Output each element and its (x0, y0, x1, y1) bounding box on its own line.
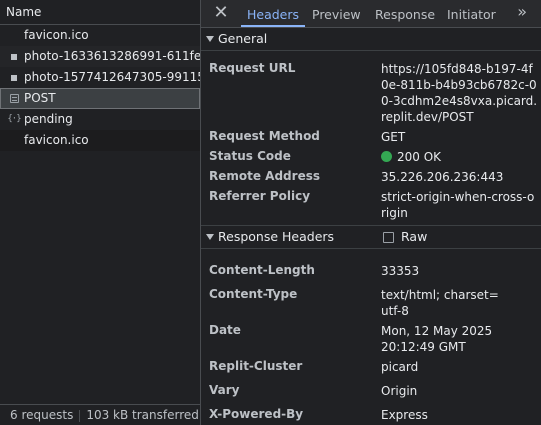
request-name: favicon.ico (24, 28, 89, 42)
header-row-content-type: Content-Type text/html; charset=utf-8 (201, 287, 541, 323)
request-row-favicon[interactable]: favicon.ico (0, 25, 200, 46)
request-row-favicon-2[interactable]: favicon.ico (0, 130, 200, 151)
close-icon[interactable]: ✕ (211, 0, 231, 27)
header-key: Referrer Policy (209, 189, 311, 203)
divider (79, 409, 81, 422)
header-row-x-powered-by: X-Powered-By Express (201, 407, 541, 425)
header-value[interactable]: strict-origin-when-cross-origin (381, 189, 539, 221)
status-bar: 6 requests103 kB transferred11 (0, 404, 200, 425)
request-list: favicon.ico photo-1633613286991-611fe2..… (0, 25, 200, 151)
header-row-content-length: Content-Length 33353 (201, 263, 541, 287)
request-name: photo-1577412647305-99115... (24, 70, 200, 84)
header-key: X-Powered-By (209, 407, 304, 421)
request-row-post[interactable]: POST (0, 88, 200, 109)
header-key: Status Code (209, 149, 291, 163)
header-key: Request Method (209, 129, 320, 143)
general-section-header[interactable]: General (201, 28, 541, 51)
tab-headers[interactable]: Headers (240, 0, 306, 27)
header-row-remote-address: Remote Address 35.226.206.236:443 (201, 169, 541, 189)
section-title: Response Headers (218, 229, 335, 244)
header-row-referrer-policy: Referrer Policy strict-origin-when-cross… (201, 189, 541, 225)
header-value[interactable]: text/html; charset=utf-8 (381, 287, 506, 319)
document-icon (8, 88, 20, 109)
raw-checkbox[interactable] (383, 232, 394, 243)
headers-content: General Request URL https://105fd848-b19… (201, 28, 541, 425)
header-row-date: Date Mon, 12 May 2025 20:12:49 GMT (201, 323, 541, 359)
header-row-status-code: Status Code 200 OK (201, 149, 541, 169)
caret-down-icon (206, 36, 214, 42)
header-value[interactable]: https://105fd848-b197-4f0e-811b-b4b93cb6… (381, 61, 539, 125)
header-value[interactable]: Mon, 12 May 2025 20:12:49 GMT (381, 323, 506, 355)
tab-preview[interactable]: Preview (312, 0, 361, 27)
header-value[interactable]: Express (381, 407, 539, 423)
more-tabs-icon[interactable]: » (517, 0, 527, 24)
request-name: pending (24, 112, 73, 126)
request-row-photo-1[interactable]: photo-1633613286991-611fe2... (0, 46, 200, 67)
header-key: Replit-Cluster (209, 359, 303, 373)
header-value[interactable]: 35.226.206.236:443 (381, 169, 539, 185)
header-row-request-url: Request URL https://105fd848-b197-4f0e-8… (201, 61, 541, 129)
header-value[interactable]: 33353 (381, 263, 539, 279)
request-row-pending[interactable]: {·} pending (0, 109, 200, 130)
request-name: POST (24, 91, 56, 105)
request-count: 6 requests (10, 408, 74, 422)
header-value[interactable]: Origin (381, 383, 539, 399)
transferred-size: 103 kB transferred (86, 408, 199, 422)
fetch-icon: {·} (7, 114, 21, 124)
section-title: General (218, 31, 268, 46)
caret-down-icon (206, 234, 214, 240)
header-value[interactable]: GET (381, 129, 539, 145)
request-row-photo-2[interactable]: photo-1577412647305-99115... (0, 67, 200, 88)
header-key: Content-Type (209, 287, 298, 301)
tab-bar: ✕ Headers Preview Response Initiator » (201, 0, 541, 28)
response-headers-section-header[interactable]: Response Headers Raw (201, 225, 541, 249)
header-key: Remote Address (209, 169, 320, 183)
tab-response[interactable]: Response (375, 0, 435, 27)
header-row-request-method: Request Method GET (201, 129, 541, 149)
header-key: Vary (209, 383, 240, 397)
status-text: 200 OK (397, 150, 442, 164)
header-value[interactable]: picard (381, 359, 539, 375)
name-column-header[interactable]: Name (0, 0, 200, 25)
header-row-replit-cluster: Replit-Cluster picard (201, 359, 541, 383)
requests-panel: Name favicon.ico photo-1633613286991-611… (0, 0, 201, 425)
status-dot-icon (381, 151, 392, 162)
header-key: Content-Length (209, 263, 315, 277)
image-icon (8, 67, 20, 88)
image-icon (8, 46, 20, 67)
header-value[interactable]: 200 OK (381, 149, 539, 165)
header-key: Request URL (209, 61, 296, 75)
tab-initiator[interactable]: Initiator (447, 0, 496, 27)
header-row-vary: Vary Origin (201, 383, 541, 407)
raw-label: Raw (401, 229, 428, 244)
request-name: photo-1633613286991-611fe2... (24, 49, 200, 63)
details-panel: ✕ Headers Preview Response Initiator » G… (201, 0, 541, 425)
header-key: Date (209, 323, 241, 337)
request-name: favicon.ico (24, 133, 89, 147)
